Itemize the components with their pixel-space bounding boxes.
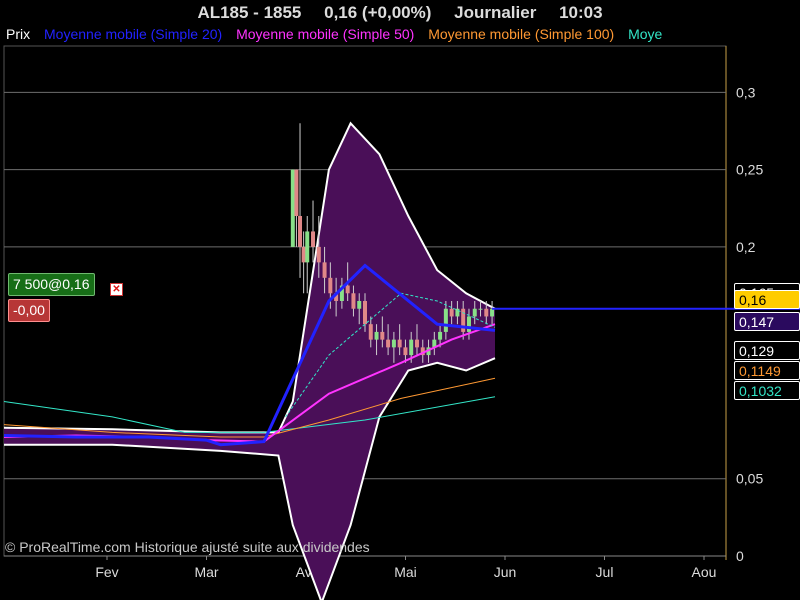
candle-body bbox=[484, 308, 489, 317]
pnl-badge: -0,00 bbox=[8, 299, 50, 322]
candle-body bbox=[316, 246, 321, 263]
candle-body bbox=[290, 169, 295, 247]
price-label-low: 0,129 bbox=[734, 341, 800, 360]
candle-body bbox=[305, 231, 310, 263]
price-label-ma20: 0,147 bbox=[734, 312, 800, 331]
candle-body bbox=[414, 339, 419, 348]
price-chart[interactable]: 0,30,250,20,050Fev Mar Avr Mai Jun Jul Aou bbox=[0, 0, 800, 600]
candle-body bbox=[380, 331, 385, 340]
candle-body bbox=[301, 246, 306, 263]
y-tick-label: 0 bbox=[736, 548, 744, 564]
candle-body bbox=[455, 308, 460, 317]
candle-body bbox=[403, 347, 408, 356]
candle-body bbox=[294, 169, 299, 216]
candle-body bbox=[478, 308, 483, 310]
price-label-ma200: 0,1032 bbox=[734, 381, 800, 400]
close-order-icon[interactable]: ✕ bbox=[110, 283, 123, 296]
y-tick-label: 0,2 bbox=[736, 239, 756, 255]
candle-body bbox=[298, 216, 303, 247]
candle-body bbox=[472, 308, 477, 317]
price-label-ma100: 0,1149 bbox=[734, 361, 800, 380]
y-tick-label: 0,05 bbox=[736, 471, 763, 487]
candle-body bbox=[490, 308, 495, 317]
x-tick-label: Jun bbox=[494, 564, 517, 580]
candle-body bbox=[443, 308, 448, 332]
candle-body bbox=[363, 301, 367, 325]
y-tick-label: 0,3 bbox=[736, 84, 756, 100]
candle-body bbox=[328, 277, 333, 294]
candle-body bbox=[357, 301, 362, 309]
candle-body bbox=[368, 324, 373, 340]
candle-body bbox=[351, 293, 356, 309]
x-tick-label: Mai bbox=[394, 564, 417, 580]
candle-body bbox=[374, 331, 379, 340]
candle-body bbox=[449, 308, 454, 317]
candle-body bbox=[438, 331, 443, 340]
price-label-current: 0,16 bbox=[734, 290, 800, 309]
candle-body bbox=[466, 316, 471, 332]
x-tick-label: Fev bbox=[95, 564, 118, 580]
candle-body bbox=[386, 339, 391, 348]
ma200-line bbox=[3, 396, 496, 433]
candle-body bbox=[409, 339, 414, 356]
x-tick-label: Jul bbox=[596, 564, 614, 580]
x-tick-label: Mar bbox=[194, 564, 218, 580]
candle-body bbox=[345, 285, 350, 294]
band-fill bbox=[4, 123, 495, 600]
candle-body bbox=[311, 231, 316, 247]
x-tick-label: Aou bbox=[692, 564, 717, 580]
candle-body bbox=[391, 339, 396, 348]
candle-body bbox=[397, 339, 402, 348]
y-tick-label: 0,25 bbox=[736, 162, 763, 178]
copyright-notice: © ProRealTime.com Historique ajusté suit… bbox=[5, 539, 370, 555]
candle-body bbox=[322, 262, 327, 278]
order-badge[interactable]: 7 500@0,16 bbox=[8, 273, 95, 296]
